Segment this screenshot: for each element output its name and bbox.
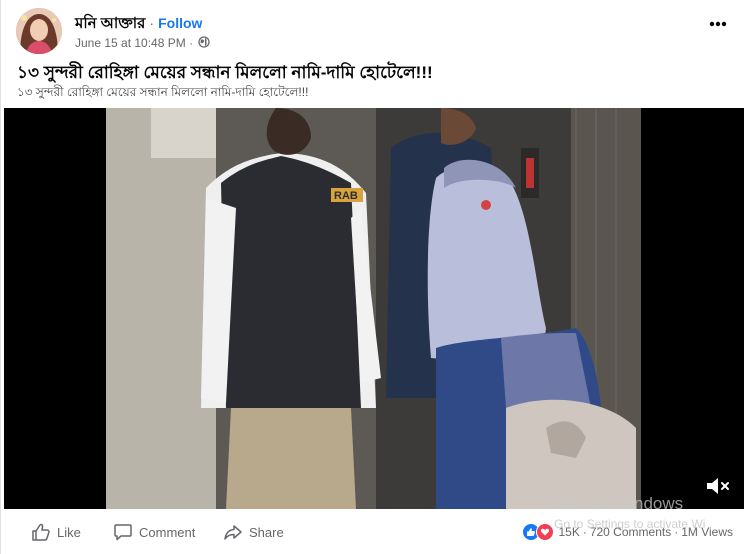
post-stats: 15K · 720 Comments · 1M Views (522, 523, 733, 541)
follow-button[interactable]: Follow (158, 15, 202, 31)
like-label: Like (57, 524, 81, 540)
love-reaction-icon (536, 523, 555, 541)
globe-icon (198, 36, 211, 51)
vest-badge-text: RAB (334, 190, 358, 202)
comments-count[interactable]: 720 Comments (590, 525, 671, 539)
post-timestamp[interactable]: June 15 at 10:48 PM (75, 36, 186, 50)
author-name[interactable]: মনি আক্তার (75, 15, 145, 32)
video-frame: RAB (106, 108, 641, 509)
post-body-text: ১৩ সুন্দরী রোহিঙ্গা মেয়ের সন্ধান মিললো … (17, 85, 309, 99)
share-button[interactable]: Share (223, 515, 284, 549)
post-card: মনি আক্তার · Follow June 15 at 10:48 PM · … (0, 0, 744, 554)
reactions-count[interactable]: 15K (558, 525, 579, 539)
reaction-icons[interactable] (522, 523, 555, 541)
more-options-icon[interactable] (706, 12, 730, 36)
post-meta: June 15 at 10:48 PM · (75, 36, 211, 51)
post-header: মনি আক্তার · Follow June 15 at 10:48 PM · (16, 6, 734, 54)
stats-separator: · (674, 525, 679, 539)
separator-dot: · (149, 15, 155, 31)
post-actions: Like Comment Share 15K · 720 Comments · … (1, 515, 744, 551)
volume-muted-icon[interactable] (705, 475, 731, 497)
comment-icon (114, 524, 132, 541)
comment-label: Comment (139, 524, 196, 540)
video-player[interactable]: RAB (4, 108, 744, 509)
share-label: Share (249, 524, 284, 540)
comment-button[interactable]: Comment (113, 515, 195, 549)
like-button[interactable]: Like (31, 515, 81, 549)
author-row: মনি আক্তার · Follow (75, 12, 202, 32)
meta-separator: · (189, 36, 194, 50)
stats-separator: · (582, 525, 587, 539)
views-count: 1M Views (681, 525, 733, 539)
author-avatar[interactable] (16, 8, 62, 54)
share-icon (224, 525, 242, 540)
thumbs-up-icon (32, 523, 50, 541)
